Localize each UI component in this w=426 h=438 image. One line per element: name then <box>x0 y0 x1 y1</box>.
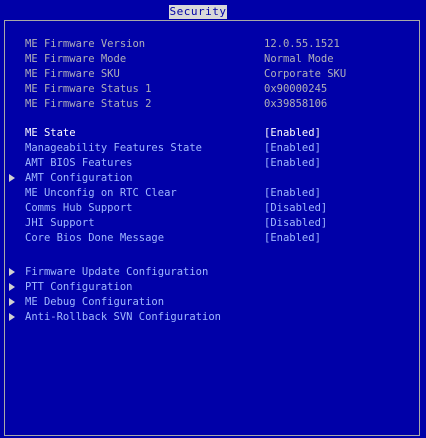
info-row-fw-version: ME Firmware Version 12.0.55.1521 <box>5 37 415 52</box>
setting-value[interactable]: [Enabled] <box>264 141 321 156</box>
submenu-me-debug-configuration[interactable]: ME Debug Configuration <box>5 295 415 310</box>
setting-value[interactable]: [Enabled] <box>264 156 321 171</box>
setting-label: Manageability Features State <box>25 142 203 154</box>
setting-label: Core Bios Done Message <box>25 232 165 244</box>
submenu-label: Anti-Rollback SVN Configuration <box>25 311 221 323</box>
info-label: ME Firmware Version <box>25 38 146 50</box>
setting-comms-hub-support[interactable]: Comms Hub Support [Disabled] <box>5 201 415 216</box>
submenu-label: AMT Configuration <box>25 172 133 184</box>
info-value: 0x39858106 <box>264 98 328 110</box>
info-row-fw-status-2: ME Firmware Status 2 0x39858106 <box>5 97 415 112</box>
info-value: Corporate SKU <box>264 68 347 80</box>
setting-label: ME State <box>25 127 76 139</box>
info-row-fw-mode: ME Firmware Mode Normal Mode <box>5 52 415 67</box>
submenu-arrow-icon <box>9 174 15 182</box>
setting-amt-bios-features[interactable]: AMT BIOS Features [Enabled] <box>5 156 415 171</box>
setting-manageability-features-state[interactable]: Manageability Features State [Enabled] <box>5 141 415 156</box>
setting-value[interactable]: [Enabled] <box>264 231 321 246</box>
security-panel: ME Firmware Version 12.0.55.1521 ME Firm… <box>4 20 420 436</box>
submenu-arrow-icon <box>9 283 15 291</box>
info-label: ME Firmware Status 1 <box>25 83 152 95</box>
setting-value[interactable]: [Enabled] <box>264 126 321 141</box>
submenu-label: PTT Configuration <box>25 281 133 293</box>
submenu-label: ME Debug Configuration <box>25 296 165 308</box>
submenu-label: Firmware Update Configuration <box>25 266 209 278</box>
info-row-fw-sku: ME Firmware SKU Corporate SKU <box>5 67 415 82</box>
submenu-amt-configuration[interactable]: AMT Configuration <box>5 171 415 186</box>
submenu-anti-rollback-svn-configuration[interactable]: Anti-Rollback SVN Configuration <box>5 310 415 325</box>
info-row-fw-status-1: ME Firmware Status 1 0x90000245 <box>5 82 415 97</box>
info-value: 12.0.55.1521 <box>264 38 340 50</box>
info-value: 0x90000245 <box>264 83 328 95</box>
setting-label: AMT BIOS Features <box>25 157 133 169</box>
setting-value[interactable]: [Enabled] <box>264 186 321 201</box>
setting-me-unconfig-on-rtc-clear[interactable]: ME Unconfig on RTC Clear [Enabled] <box>5 186 415 201</box>
setting-me-state[interactable]: ME State [Enabled] <box>5 126 415 141</box>
setting-label: Comms Hub Support <box>25 202 133 214</box>
info-label: ME Firmware SKU <box>25 68 120 80</box>
submenu-firmware-update-configuration[interactable]: Firmware Update Configuration <box>5 265 415 280</box>
submenu-arrow-icon <box>9 298 15 306</box>
setting-label: ME Unconfig on RTC Clear <box>25 187 177 199</box>
submenu-arrow-icon <box>9 268 15 276</box>
setting-label: JHI Support <box>25 217 95 229</box>
info-value: Normal Mode <box>264 53 334 65</box>
setting-value[interactable]: [Disabled] <box>264 216 327 231</box>
setting-jhi-support[interactable]: JHI Support [Disabled] <box>5 216 415 231</box>
submenu-arrow-icon <box>9 313 15 321</box>
info-label: ME Firmware Status 2 <box>25 98 152 110</box>
setting-core-bios-done-message[interactable]: Core Bios Done Message [Enabled] <box>5 231 415 246</box>
info-label: ME Firmware Mode <box>25 53 127 65</box>
setting-value[interactable]: [Disabled] <box>264 201 327 216</box>
bios-screen: Security ME Firmware Version 12.0.55.152… <box>0 0 426 438</box>
tab-security[interactable]: Security <box>169 5 227 19</box>
submenu-ptt-configuration[interactable]: PTT Configuration <box>5 280 415 295</box>
